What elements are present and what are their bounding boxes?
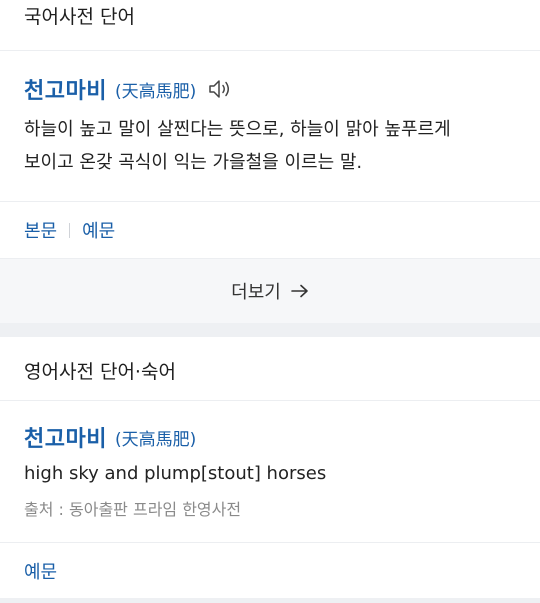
more-button[interactable]: 더보기 [0, 258, 540, 323]
source-text: 출처 : 동아출판 프라임 한영사전 [24, 500, 242, 519]
english-dict-header: 영어사전 단어·숙어 [0, 337, 540, 401]
english-dict-links: 예문 [0, 542, 540, 598]
hanja-text: (天高馬肥) [114, 81, 197, 102]
headword-link[interactable]: 천고마비 [24, 73, 107, 105]
definition-line-2: 보이고 온갖 곡식이 익는 가을철을 이르는 말. [24, 152, 363, 173]
link-examples[interactable]: 예문 [82, 217, 115, 243]
headword-line: 천고마비 (天高馬肥) [24, 73, 516, 105]
speaker-icon[interactable] [208, 78, 232, 100]
hanja-text: (天高馬肥) [114, 429, 197, 450]
korean-dict-title: 국어사전 단어 [24, 5, 135, 28]
korean-dict-links: 본문 예문 [0, 201, 540, 258]
korean-dict-section: 국어사전 단어 천고마비 (天高馬肥) 하늘이 높고 말이 살찐다는 뜻으로, … [0, 0, 540, 323]
korean-dict-entry: 천고마비 (天高馬肥) 하늘이 높고 말이 살찐다는 뜻으로, 하늘이 맑아 높… [0, 51, 540, 201]
english-dict-section: 영어사전 단어·숙어 천고마비 (天高馬肥) high sky and plum… [0, 337, 540, 598]
english-definition-text: high sky and plump[stout] horses [24, 463, 327, 484]
english-dict-title: 영어사전 단어·숙어 [24, 361, 176, 383]
arrow-right-icon [291, 284, 308, 298]
link-separator [69, 222, 71, 238]
english-dict-entry: 천고마비 (天高馬肥) high sky and plump[stout] ho… [0, 401, 540, 542]
link-main-text[interactable]: 본문 [24, 217, 57, 243]
headword-link[interactable]: 천고마비 [24, 421, 107, 453]
more-label: 더보기 [231, 282, 281, 303]
korean-dict-header: 국어사전 단어 [0, 0, 540, 51]
link-examples[interactable]: 예문 [24, 558, 57, 584]
headword-line: 천고마비 (天高馬肥) [24, 421, 516, 453]
section-gap [0, 323, 540, 337]
definition-text: 하늘이 높고 말이 살찐다는 뜻으로, 하늘이 맑아 높푸르게 보이고 온갖 곡… [24, 113, 516, 179]
definition-line-1: 하늘이 높고 말이 살찐다는 뜻으로, 하늘이 맑아 높푸르게 [24, 119, 451, 140]
